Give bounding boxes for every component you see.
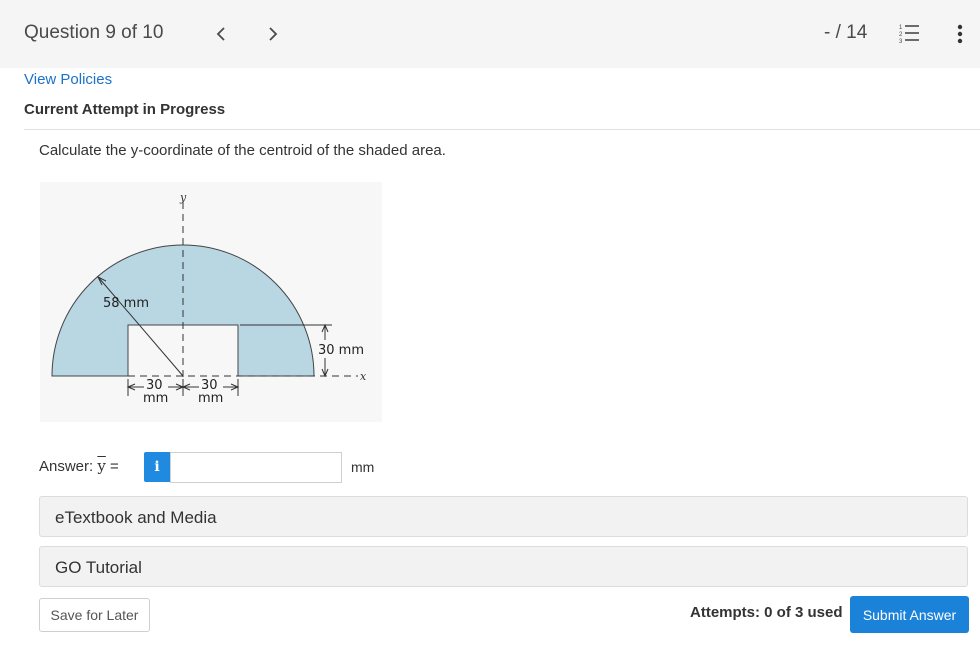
score: - / 14 <box>824 22 868 43</box>
x-axis-label: x <box>360 370 367 383</box>
view-policies-link[interactable]: View Policies <box>24 71 112 88</box>
divider <box>24 129 980 130</box>
attempts-counter: Attempts: 0 of 3 used <box>690 604 843 621</box>
equals-sign: = <box>105 458 119 475</box>
radius-label: 58 mm <box>103 296 149 311</box>
etextbook-media-label: eTextbook and Media <box>55 508 217 527</box>
answer-input[interactable] <box>170 452 342 483</box>
width-right-unit: mm <box>198 391 223 406</box>
svg-text:1: 1 <box>899 25 903 31</box>
answer-label-text: Answer: <box>39 458 98 475</box>
numbered-list-icon[interactable]: 1 2 3 <box>898 22 920 44</box>
save-for-later-button[interactable]: Save for Later <box>39 598 150 632</box>
svg-text:3: 3 <box>899 39 903 44</box>
y-bar-symbol: y <box>97 457 106 475</box>
attempt-status-heading: Current Attempt in Progress <box>24 101 226 118</box>
etextbook-media-panel[interactable]: eTextbook and Media <box>39 496 968 537</box>
answer-unit: mm <box>351 459 375 475</box>
chevron-right-icon <box>269 27 278 41</box>
go-tutorial-label: GO Tutorial <box>55 558 142 577</box>
centroid-figure: y x 58 mm 30 mm 30 mm 30 mm <box>40 182 382 422</box>
submit-answer-button[interactable]: Submit Answer <box>850 596 969 633</box>
answer-label: Answer: y = <box>39 457 119 475</box>
go-tutorial-panel[interactable]: GO Tutorial <box>39 546 968 587</box>
width-left-unit: mm <box>143 391 168 406</box>
question-prompt: Calculate the y-coordinate of the centro… <box>39 142 446 159</box>
info-icon[interactable]: i <box>144 452 170 482</box>
top-bar: Question 9 of 10 - / 14 1 2 3 <box>0 0 980 68</box>
y-axis-label: y <box>179 191 187 204</box>
previous-question-button[interactable] <box>210 20 232 48</box>
figure-drawing: y x 58 mm 30 mm 30 mm 30 mm <box>51 191 368 406</box>
height-label: 30 mm <box>318 343 364 358</box>
svg-text:2: 2 <box>899 32 903 38</box>
question-counter: Question 9 of 10 <box>24 22 164 43</box>
kebab-menu-icon[interactable] <box>950 22 970 46</box>
next-question-button[interactable] <box>262 20 284 48</box>
chevron-left-icon <box>216 27 225 41</box>
